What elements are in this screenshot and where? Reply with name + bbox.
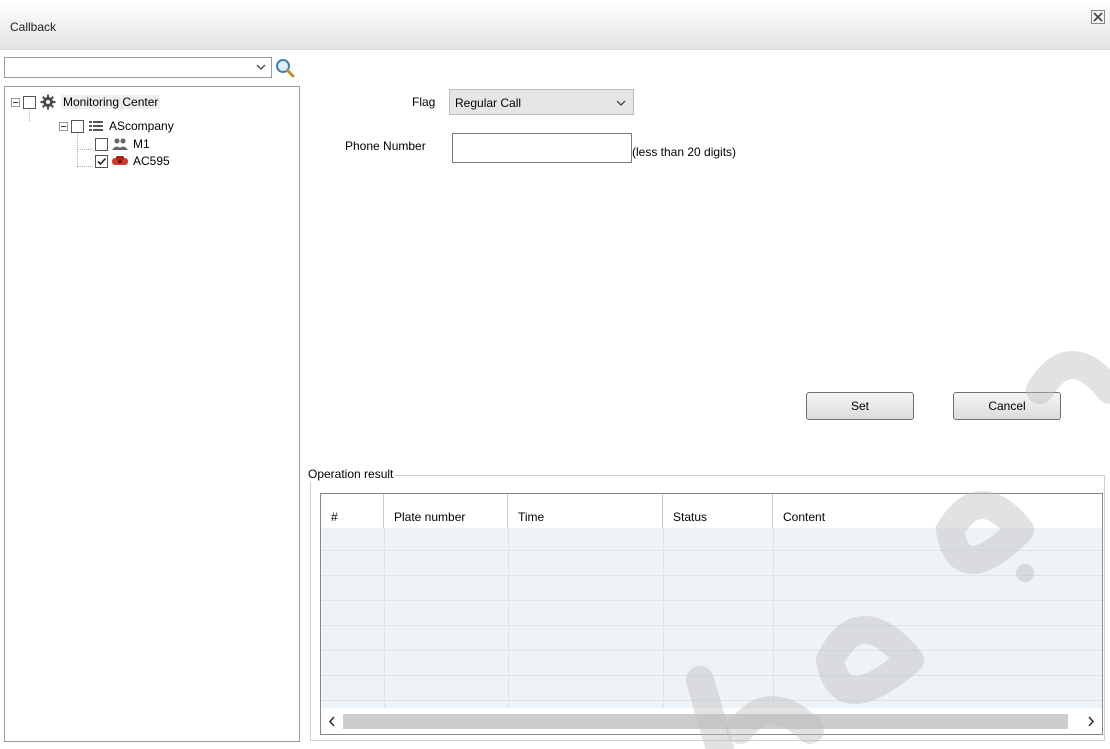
tree-node-label: AC595 [133, 154, 170, 168]
scroll-right-icon[interactable] [1087, 716, 1095, 727]
node-checkbox[interactable] [71, 119, 84, 133]
tree-node-monitoring-center[interactable]: Monitoring Center [11, 93, 161, 111]
window-title: Callback [10, 20, 57, 34]
column-header-index[interactable]: # [321, 494, 384, 528]
node-checkbox[interactable] [95, 137, 108, 151]
column-header-status[interactable]: Status [663, 494, 773, 528]
scroll-left-icon[interactable] [328, 716, 336, 727]
title-bar: Callback [0, 0, 1110, 50]
tree-node-label: AScompany [109, 119, 174, 133]
table-header: # Plate number Time Status Content [321, 494, 1102, 528]
node-checkbox[interactable] [23, 95, 36, 109]
gear-icon [39, 94, 57, 110]
phone-hint: (less than 20 digits) [632, 145, 737, 159]
column-header-time[interactable]: Time [508, 494, 663, 528]
car-icon [111, 153, 129, 169]
tree-node-label: M1 [133, 137, 150, 151]
operation-result-title: Operation result [306, 467, 396, 481]
chevron-down-icon [616, 100, 626, 106]
flag-select[interactable]: Regular Call [449, 89, 634, 115]
tree-node-label: Monitoring Center [61, 95, 161, 109]
collapse-toggle[interactable] [59, 121, 68, 131]
table-body [321, 528, 1102, 708]
close-icon [1093, 12, 1103, 22]
close-button[interactable] [1091, 10, 1105, 24]
list-icon [87, 118, 105, 134]
node-checkbox-checked[interactable] [95, 154, 108, 168]
tree-node-m1[interactable]: M1 [95, 135, 150, 153]
scrollbar-thumb[interactable] [343, 714, 1068, 729]
set-button[interactable]: Set [806, 392, 914, 420]
result-table[interactable]: # Plate number Time Status Content [320, 493, 1103, 735]
horizontal-scrollbar[interactable] [321, 710, 1102, 734]
users-icon [111, 136, 129, 152]
checkmark-icon [97, 157, 107, 165]
flag-label: Flag [412, 95, 436, 109]
tree-node-ascompany[interactable]: AScompany [59, 117, 174, 135]
chevron-down-icon [256, 64, 266, 70]
search-icon[interactable] [274, 57, 296, 79]
flag-select-value: Regular Call [455, 96, 522, 110]
collapse-toggle[interactable] [11, 97, 20, 107]
tree-node-ac595[interactable]: AC595 [95, 152, 170, 170]
column-header-plate-number[interactable]: Plate number [384, 494, 508, 528]
vehicle-tree[interactable]: Monitoring Center AScompany M1 AC595 [4, 86, 300, 742]
phone-number-input[interactable] [452, 133, 632, 163]
cancel-button[interactable]: Cancel [953, 392, 1061, 420]
column-header-content[interactable]: Content [773, 494, 1102, 528]
tree-filter-combo[interactable] [4, 57, 272, 78]
phone-number-label: Phone Number [345, 139, 426, 153]
